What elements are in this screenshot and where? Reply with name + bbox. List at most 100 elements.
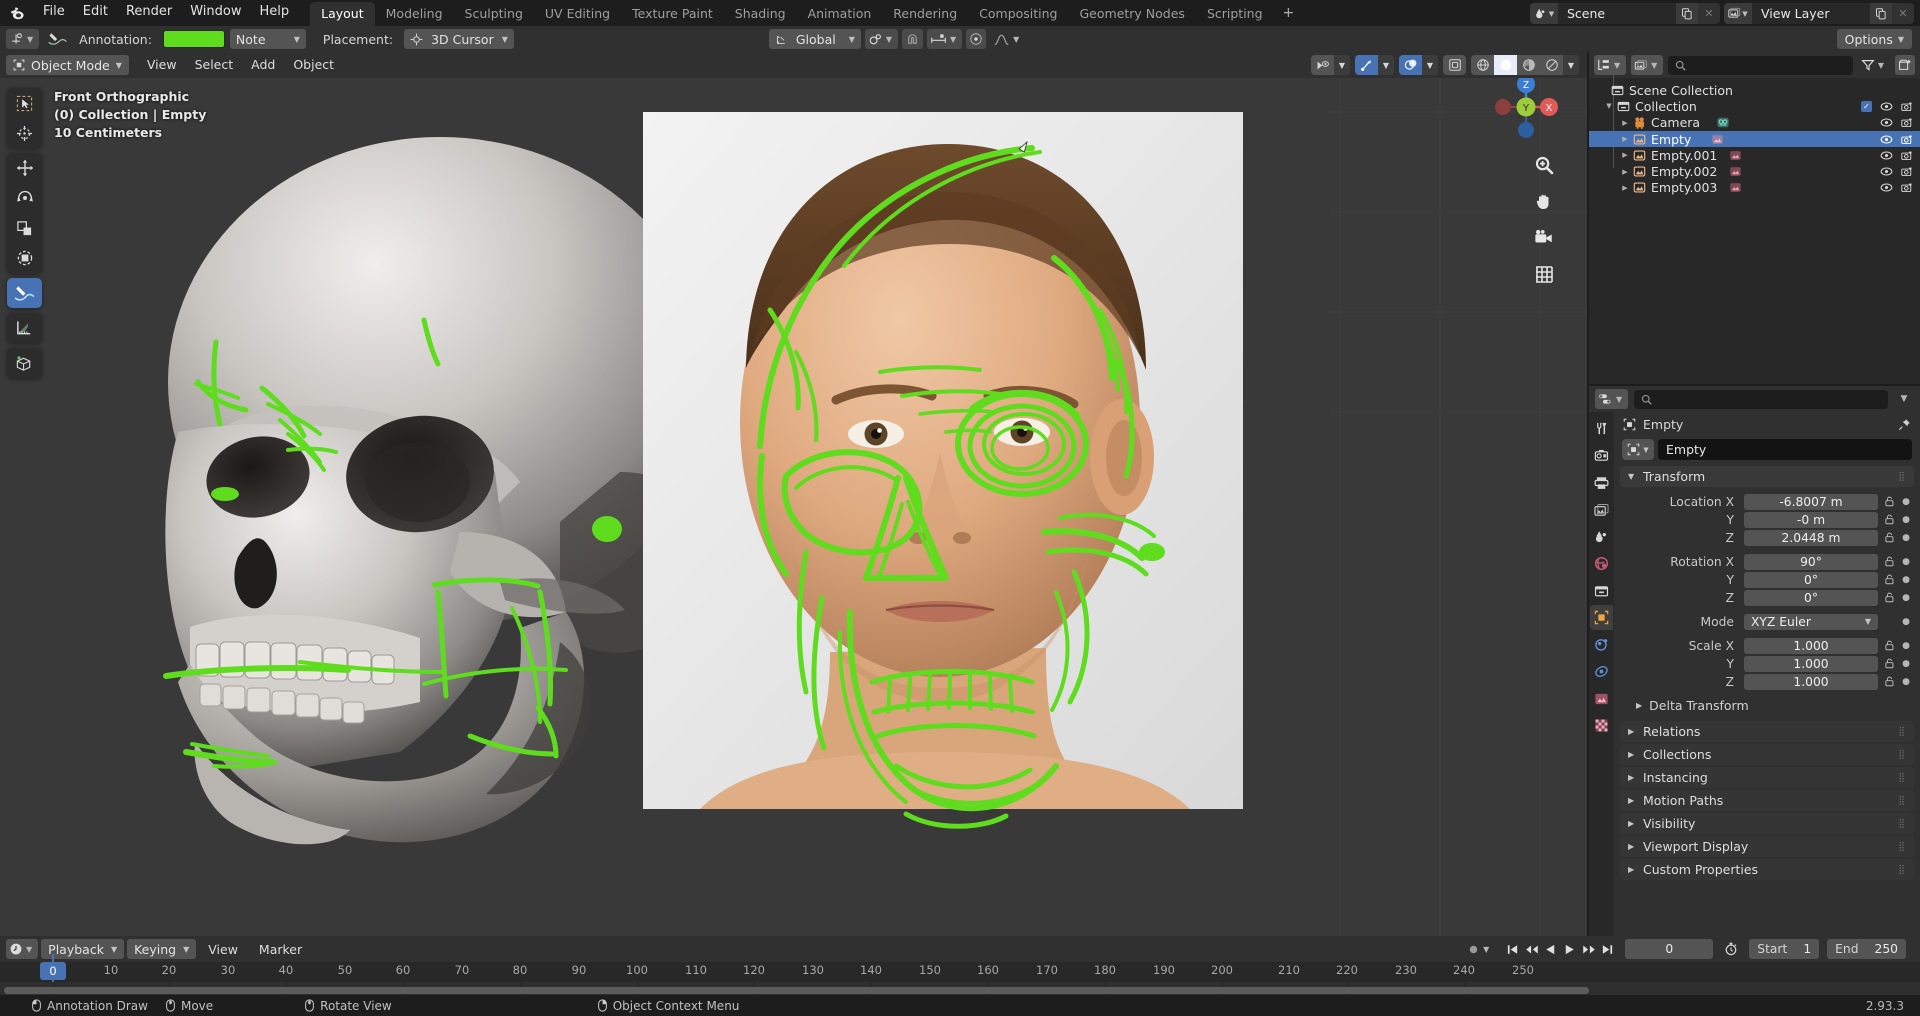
animate-property-dot-icon[interactable]: ● (1900, 575, 1912, 585)
lock-icon[interactable] (1882, 640, 1896, 651)
properties-tab-world[interactable] (1590, 551, 1613, 576)
properties-tab-object[interactable] (1590, 605, 1613, 630)
disclosure-triangle-right-icon[interactable]: ▶ (1619, 119, 1631, 127)
move-tool-icon[interactable] (7, 153, 42, 183)
animate-property-dot-icon[interactable]: ● (1900, 617, 1912, 627)
outliner-item-empty-002[interactable]: ▶ Empty.002 (1589, 163, 1920, 179)
lock-icon[interactable] (1882, 592, 1896, 603)
animate-property-dot-icon[interactable]: ● (1900, 497, 1912, 507)
panel-header-collections[interactable]: ▶ Collections ⣿ (1620, 744, 1914, 765)
select-box-icon[interactable] (7, 88, 42, 118)
unlink-scene-button[interactable]: ✕ (1698, 3, 1720, 24)
properties-tab-output[interactable] (1590, 470, 1613, 495)
disclosure-triangle-right-icon[interactable]: ▶ (1619, 151, 1631, 159)
tab-compositing[interactable]: Compositing (968, 2, 1068, 26)
shading-chevron-down-icon[interactable]: ▼ (1563, 55, 1579, 75)
overlays-group[interactable]: ▼ (1399, 55, 1438, 75)
camera-render-icon[interactable] (1901, 134, 1914, 145)
magnifier-plus-icon[interactable] (1531, 152, 1557, 178)
viewport-navigation-gizmo[interactable]: Z X Y (1489, 70, 1563, 144)
animate-property-dot-icon[interactable]: ● (1900, 659, 1912, 669)
tab-texture-paint[interactable]: Texture Paint (621, 2, 724, 26)
panel-header-instancing[interactable]: ▶ Instancing ⣿ (1620, 767, 1914, 788)
properties-editor[interactable]: ▼ ▼ Empty ▼ Empty ▼ Transform ⣿ Location… (1589, 386, 1920, 936)
outliner-item-empty-003[interactable]: ▶ Empty.003 (1589, 180, 1920, 196)
eye-icon[interactable] (1880, 150, 1893, 161)
eye-icon[interactable] (1880, 134, 1893, 145)
camera-data-icon[interactable] (1714, 116, 1731, 129)
rotation-y-field[interactable]: 0° (1744, 571, 1878, 588)
auto-keying-record-icon[interactable]: ▼ (1464, 939, 1495, 959)
3d-viewport[interactable]: Object Mode ▼ View Select Add Object ▼ ▼… (0, 52, 1587, 936)
camera-render-icon[interactable] (1901, 117, 1914, 128)
image-data-icon[interactable] (1727, 181, 1744, 194)
tab-uv-editing[interactable]: UV Editing (534, 2, 621, 26)
panel-header-viewport-display[interactable]: ▶ Viewport Display ⣿ (1620, 836, 1914, 857)
scale-z-field[interactable]: 1.000 (1744, 673, 1878, 690)
lock-icon[interactable] (1882, 496, 1896, 507)
frame-end-field[interactable]: End 250 (1827, 939, 1906, 959)
rotation-mode-dropdown[interactable]: XYZ Euler ▼ (1744, 613, 1878, 630)
xray-group[interactable] (1443, 55, 1466, 75)
3d-cursor-tool-icon[interactable] (7, 118, 42, 148)
next-keyframe-icon[interactable] (1579, 939, 1598, 959)
eye-icon[interactable] (1880, 101, 1893, 112)
image-data-icon[interactable] (1727, 149, 1744, 162)
prev-keyframe-icon[interactable] (1522, 939, 1541, 959)
camera-render-icon[interactable] (1901, 182, 1914, 193)
annotate-pencil-icon[interactable] (7, 278, 42, 308)
object-id-icon[interactable]: ▼ (1622, 439, 1654, 460)
scale-x-field[interactable]: 1.000 (1744, 637, 1878, 654)
add-workspace-button[interactable]: + (1274, 2, 1304, 26)
outliner-id-type-icon[interactable]: ▼ (1631, 55, 1664, 75)
scene-selector[interactable]: ▼ Scene ✕ (1530, 3, 1720, 24)
tab-rendering[interactable]: Rendering (882, 2, 968, 26)
subpanel-delta-transform[interactable]: ▶ Delta Transform (1614, 696, 1920, 715)
new-view-layer-button[interactable] (1870, 3, 1892, 24)
outliner-item-empty-001[interactable]: ▶ Empty.001 (1589, 147, 1920, 163)
keying-dropdown[interactable]: Keying ▼ (127, 939, 197, 959)
collection-checkbox[interactable]: ✓ (1861, 100, 1872, 112)
remove-view-layer-button[interactable]: ✕ (1892, 3, 1914, 24)
play-reverse-icon[interactable] (1541, 939, 1560, 959)
camera-icon[interactable] (1531, 224, 1557, 250)
menu-file[interactable]: File (34, 1, 74, 23)
object-name-field[interactable]: Empty (1658, 439, 1912, 460)
animate-property-dot-icon[interactable]: ● (1900, 593, 1912, 603)
annotate-tool-icon[interactable]: ▼ (6, 29, 40, 49)
snap-increment-icon[interactable]: ▼ (927, 29, 963, 49)
viewport-shading-group[interactable]: ▼ (1471, 55, 1579, 75)
tab-modeling[interactable]: Modeling (375, 2, 454, 26)
outliner-display-mode-icon[interactable]: ▼ (1594, 55, 1627, 75)
tab-animation[interactable]: Animation (797, 2, 883, 26)
animate-property-dot-icon[interactable]: ● (1900, 533, 1912, 543)
menu-render[interactable]: Render (117, 1, 181, 23)
properties-tab-view-layer[interactable] (1590, 497, 1613, 522)
properties-tab-render[interactable] (1590, 443, 1613, 468)
grid-perspective-icon[interactable] (1531, 260, 1557, 286)
properties-options-chevron-down-icon[interactable]: ▼ (1894, 389, 1914, 409)
transform-tool-icon[interactable] (7, 243, 42, 273)
properties-search-input[interactable] (1634, 389, 1888, 409)
view-layer-selector[interactable]: ▼ View Layer ✕ (1724, 3, 1914, 24)
shading-solid-icon[interactable] (1494, 55, 1517, 75)
menu-edit[interactable]: Edit (74, 1, 117, 23)
timeline-editor-icon[interactable]: ▼ (6, 939, 39, 959)
new-scene-button[interactable] (1676, 3, 1698, 24)
tab-layout[interactable]: Layout (310, 2, 375, 26)
rotation-x-field[interactable]: 90° (1744, 553, 1878, 570)
annotation-color-swatch[interactable] (162, 30, 225, 48)
pivot-point-icon[interactable]: ▼ (864, 29, 899, 49)
panel-header-transform[interactable]: ▼ Transform ⣿ (1620, 466, 1914, 487)
viewport-menu-add[interactable]: Add (242, 55, 284, 75)
outliner-item-empty[interactable]: ▶ Empty (1589, 130, 1920, 148)
overlays-icon[interactable] (1399, 55, 1422, 75)
gizmo-chevron-down-icon[interactable]: ▼ (1378, 55, 1394, 75)
disclosure-triangle-right-icon[interactable]: ▶ (1619, 184, 1631, 192)
animate-property-dot-icon[interactable]: ● (1900, 641, 1912, 651)
image-data-icon[interactable] (1727, 165, 1744, 178)
lock-icon[interactable] (1882, 574, 1896, 585)
object-type-visibility-chevron-down-icon[interactable]: ▼ (1334, 55, 1350, 75)
panel-header-motion-paths[interactable]: ▶ Motion Paths ⣿ (1620, 790, 1914, 811)
object-type-visibility-group[interactable]: ▼ (1311, 55, 1350, 75)
